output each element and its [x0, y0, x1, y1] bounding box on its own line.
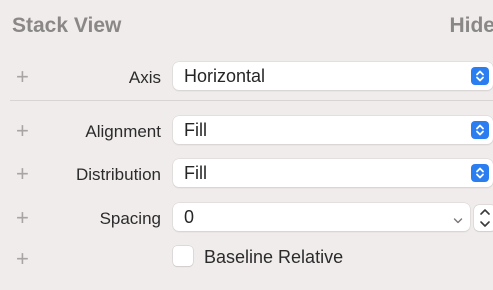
axis-popup[interactable]: Horizontal: [173, 62, 493, 90]
alignment-popup[interactable]: Fill: [173, 116, 493, 144]
chevron-down-icon[interactable]: [453, 212, 463, 230]
chevron-up-down-icon: [471, 164, 489, 182]
alignment-row: + Alignment Fill: [0, 116, 493, 148]
spacing-row: + Spacing 0: [0, 203, 493, 235]
chevron-up-down-icon: [471, 67, 489, 85]
baseline-relative-checkbox[interactable]: [173, 246, 193, 266]
chevron-up-down-icon: [471, 121, 489, 139]
distribution-popup[interactable]: Fill: [173, 159, 493, 187]
baseline-relative-label[interactable]: Baseline Relative: [204, 247, 343, 268]
section-divider: [10, 100, 493, 101]
axis-row: + Axis Horizontal: [0, 62, 493, 94]
plus-icon[interactable]: +: [16, 205, 29, 231]
spacing-value: 0: [184, 207, 195, 227]
hide-button[interactable]: Hide: [449, 14, 493, 38]
alignment-label: Alignment: [85, 122, 161, 141]
plus-icon[interactable]: +: [16, 161, 29, 187]
spacing-field[interactable]: 0: [173, 203, 470, 231]
alignment-value: Fill: [184, 120, 207, 140]
axis-label: Axis: [128, 68, 161, 87]
spacing-label: Spacing: [99, 209, 161, 228]
stepper-icon[interactable]: [474, 205, 493, 231]
distribution-label: Distribution: [75, 165, 161, 184]
plus-icon[interactable]: +: [16, 118, 29, 144]
baseline-row: + Baseline Relative: [0, 244, 493, 276]
plus-icon[interactable]: +: [16, 246, 29, 272]
section-title: Stack View: [12, 14, 122, 37]
distribution-value: Fill: [184, 163, 207, 183]
distribution-row: + Distribution Fill: [0, 159, 493, 191]
inspector-section-header: Stack View Hide: [0, 0, 493, 44]
plus-icon[interactable]: +: [16, 64, 29, 90]
axis-value: Horizontal: [184, 66, 266, 86]
